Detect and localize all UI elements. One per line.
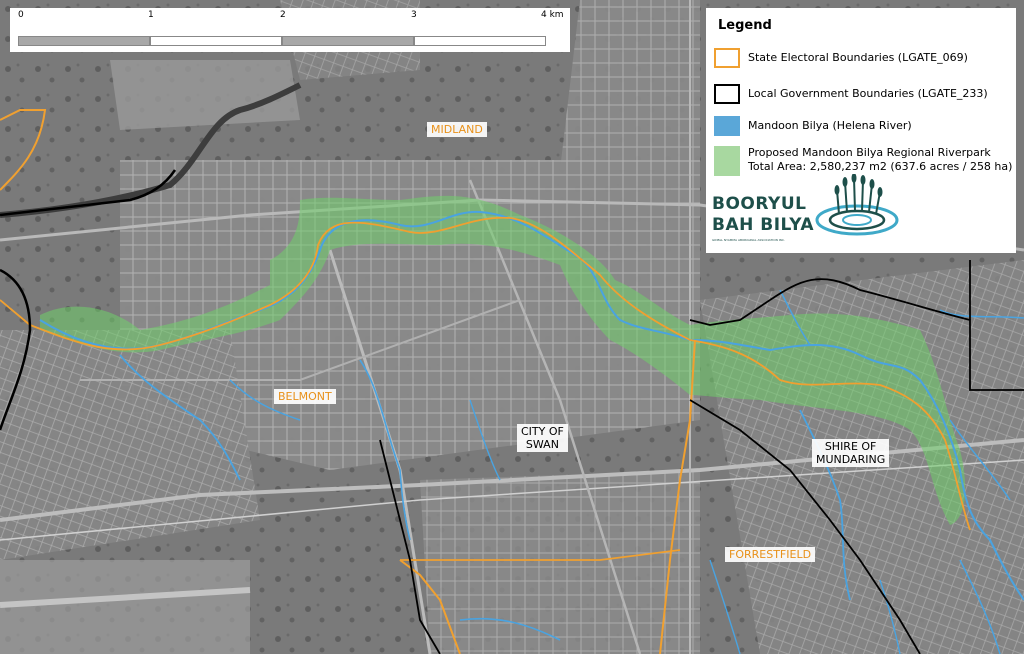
logo-text-line-1: BOORYUL [712,194,807,214]
legend-label: Local Government Boundaries (LGATE_233) [748,87,988,100]
booryul-bah-bilya-logo: BOORYUL BAH BILYA GIDBLL NYAMMA ABORIGIN… [712,174,902,244]
scale-segment [414,36,546,46]
scale-tick: 3 [411,10,417,20]
scale-tick: 0 [18,10,24,20]
fill-swatch-green [714,146,740,176]
mundaring-line-2: MUNDARING [816,453,886,466]
place-label-belmont: BELMONT [274,389,336,404]
riverpark-label-line-2: Total Area: 2,580,237 m2 (637.6 acres / … [748,160,1013,173]
scale-bar: 0 1 2 3 4 km [10,8,570,52]
swan-line-1: CITY OF [521,425,564,438]
riverpark-label-line-1: Proposed Mandoon Bilya Regional Riverpar… [748,146,991,159]
outline-swatch-orange [714,48,740,68]
legend-title: Legend [718,18,772,33]
legend-item-river: Mandoon Bilya (Helena River) [714,116,912,136]
legend-item-riverpark: Proposed Mandoon Bilya Regional Riverpar… [714,146,1012,176]
farmland [110,60,300,130]
scale-tick: 2 [280,10,286,20]
mundaring-line-1: SHIRE OF [824,440,877,453]
scale-segment [282,36,414,46]
suburb-block [560,0,700,170]
fill-swatch-blue [714,116,740,136]
logo-small-print: GIDBLL NYAMMA ABORIGINAL ASSOCIATION INC… [712,238,785,242]
logo-text-line-2: BAH BILYA [712,215,815,235]
place-label-midland: MIDLAND [427,122,487,137]
place-label-shire-of-mundaring: SHIRE OF MUNDARING [812,439,890,467]
legend-item-lga-boundary: Local Government Boundaries (LGATE_233) [714,84,988,104]
scale-tick: 1 [148,10,154,20]
scale-segment [150,36,282,46]
legend-item-state-boundary: State Electoral Boundaries (LGATE_069) [714,48,968,68]
legend-label: Mandoon Bilya (Helena River) [748,119,912,132]
scale-segment [18,36,150,46]
scale-tick: 4 km [541,10,564,20]
legend-label: Proposed Mandoon Bilya Regional Riverpar… [748,146,1012,174]
map-view[interactable]: 0 1 2 3 4 km MIDLAND BELMONT FORRESTFIEL… [0,0,1024,654]
place-label-city-of-swan: CITY OF SWAN [517,424,568,452]
outline-swatch-black [714,84,740,104]
legend-label: State Electoral Boundaries (LGATE_069) [748,51,968,64]
airport-area [0,560,250,654]
reeds-water-icon [815,174,899,236]
place-label-forrestfield: FORRESTFIELD [725,547,816,562]
swan-line-2: SWAN [525,438,559,451]
